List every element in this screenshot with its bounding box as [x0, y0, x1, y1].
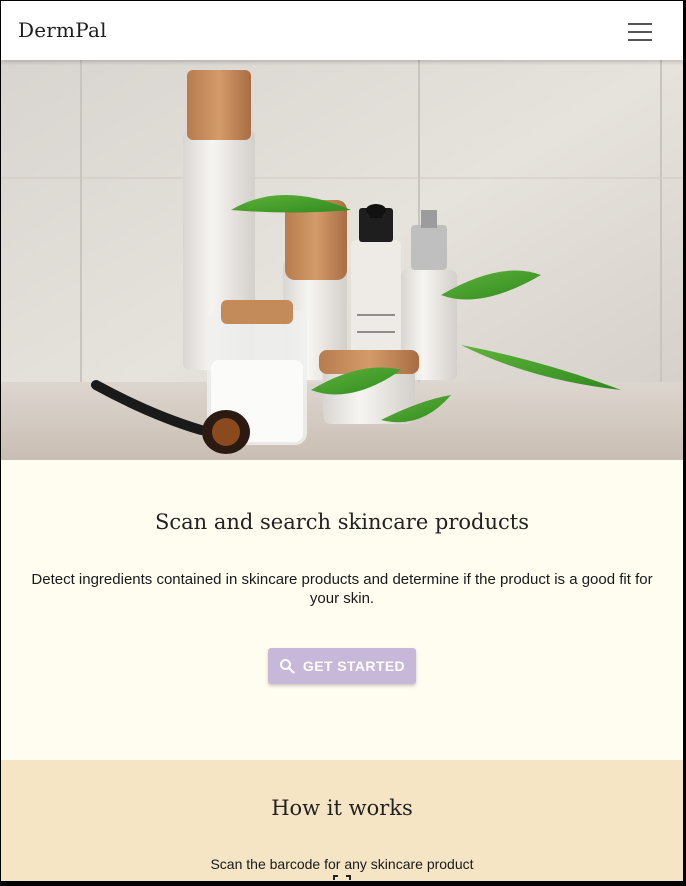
how-it-works-section: How it works Scan the barcode for any sk…	[1, 760, 683, 881]
intro-description: Detect ingredients contained in skincare…	[31, 571, 653, 607]
navbar: DermPal	[1, 1, 683, 60]
get-started-label: GET STARTED	[302, 658, 406, 674]
hamburger-menu-icon[interactable]	[619, 15, 661, 47]
brand-logo[interactable]: DermPal	[18, 18, 107, 42]
intro-title: Scan and search skincare products	[155, 510, 529, 534]
search-icon	[279, 659, 295, 674]
hero-image	[1, 60, 683, 460]
page: DermPal Scan and search skincare product…	[1, 1, 683, 881]
intro-section: Scan and search skincare products Detect…	[1, 460, 683, 760]
step-scan-barcode: Scan the barcode for any skincare produc…	[210, 856, 474, 872]
how-it-works-title: How it works	[271, 796, 413, 820]
barcode-scan-icon	[333, 875, 351, 881]
get-started-button[interactable]: GET STARTED	[268, 648, 416, 684]
